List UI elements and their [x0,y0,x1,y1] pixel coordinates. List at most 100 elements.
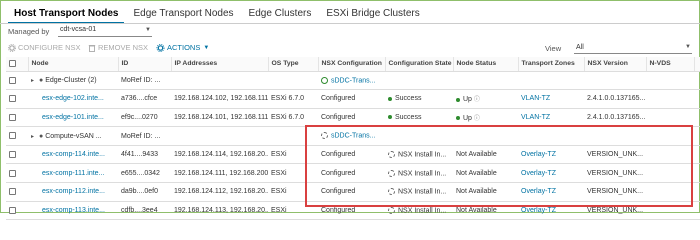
col-transport-zones[interactable]: Transport Zones [518,57,585,72]
tab-esxi-bridge-clusters[interactable]: ESXi Bridge Clusters [320,8,425,24]
transport-zone-link[interactable]: Overlay-TZ [518,145,584,165]
transport-zone-link[interactable]: Overlay-TZ [518,163,584,184]
os-type: ESXi [268,182,318,202]
info-icon[interactable]: ⓘ [474,97,480,103]
managed-by-select[interactable]: cdt-vcsa-01 ▼ [58,26,152,37]
node-name-link[interactable]: esx-comp-112.inte... [28,182,118,202]
chevron-down-icon: ▼ [203,44,210,51]
in-progress-icon [388,169,395,177]
table-row[interactable]: esx-comp-111.inte... e655....0342 192.16… [6,163,700,184]
gear-icon [8,43,16,52]
nsx-configuration: Configured [318,89,385,109]
configuration-state: Success [395,113,422,121]
configuration-state [385,126,453,146]
ip-addresses: 192.168.124.113, 192.168.20... [171,201,268,221]
os-type: ESXi 6.7.0 [268,89,318,109]
select-all-cell[interactable] [6,57,29,72]
nsx-configuration-link[interactable]: sDDC-Trans... [331,77,375,84]
table-row-group[interactable]: ▸ ● Edge-Cluster (2) MoRef ID: ... sDDC-T… [6,71,700,91]
n-vds [646,71,694,91]
tab-edge-clusters[interactable]: Edge Clusters [243,8,318,24]
view-select[interactable]: All ▼ [574,44,692,54]
node-status [453,126,518,146]
transport-zone-link[interactable]: Overlay-TZ [518,201,584,221]
row-checkbox[interactable] [9,206,16,214]
row-checkbox[interactable] [9,132,16,140]
n-vds-count[interactable]: 1 [694,89,700,109]
node-name-link[interactable]: esx-edge-101.inte... [28,108,118,128]
col-n-vds[interactable]: N-VDS [646,57,695,72]
node-id: ef9c....0270 [118,108,171,128]
select-all-checkbox[interactable] [9,60,16,68]
col-nsx-configuration[interactable]: NSX Configuration [318,57,386,72]
n-vds [646,163,694,184]
n-vds-count[interactable]: 1 [694,108,700,128]
tab-edge-transport-nodes[interactable]: Edge Transport Nodes [127,8,239,24]
success-dot-icon [388,115,392,120]
configuration-state: Success [395,95,422,103]
transport-zones [518,126,584,146]
col-ip-addresses[interactable]: IP Addresses [171,57,269,72]
n-vds [646,182,694,202]
node-name-link[interactable]: esx-comp-114.inte... [28,145,118,165]
os-type: ESXi [268,201,318,221]
transport-zone-link[interactable]: Overlay-TZ [518,182,584,202]
node-name-link[interactable]: esx-edge-102.inte... [28,89,118,109]
info-icon[interactable]: ⓘ [474,116,480,122]
ip-addresses: 192.168.124.111, 192.168.200... [171,163,268,184]
expand-icon[interactable]: ▸ [31,133,39,140]
transport-zone-link[interactable]: VLAN-TZ [518,108,584,128]
table-row[interactable]: esx-comp-112.inte... da9b....0ef0 192.16… [6,182,700,202]
node-name-link[interactable]: esx-comp-111.inte... [28,163,118,184]
n-vds [646,201,694,221]
table-header-row: Node ID IP Addresses OS Type NSX Configu… [6,57,700,72]
os-type [268,126,318,146]
n-vds-count[interactable] [694,71,700,91]
table-row[interactable]: esx-edge-101.inte... ef9c....0270 192.16… [6,108,700,128]
row-checkbox[interactable] [9,151,16,158]
n-vds-count[interactable]: 1 [694,201,700,221]
remove-nsx-button[interactable]: REMOVE NSX [88,43,148,52]
table-row-group[interactable]: ▸ ● Compute-vSAN ... MoRef ID: ... sDDC-T… [6,126,700,146]
col-configuration-state[interactable]: Configuration State [385,57,454,72]
node-name-link[interactable]: esx-comp-113.inte... [28,201,118,221]
node-id: e655....0342 [118,163,171,184]
node-status [453,71,518,91]
n-vds-count[interactable]: 1 [694,163,700,184]
node-status: Not Available [453,145,518,165]
table-row[interactable]: esx-comp-113.inte... cdfb....3ee4 192.16… [6,201,700,221]
nsx-configuration: Configured [318,145,385,165]
nsx-version: VERSION_UNK... [584,201,646,221]
table-row[interactable]: esx-comp-114.inte... 4f41....9433 192.16… [6,145,700,165]
node-name: Edge-Cluster (2) [45,76,97,84]
nsx-configuration-link[interactable]: sDDC-Trans... [331,133,375,140]
ip-addresses: 192.168.124.114, 192.168.20... [171,145,268,165]
status-dot-icon [456,97,460,102]
expand-icon[interactable]: ▸ [31,77,39,84]
n-vds [646,145,694,165]
n-vds-count[interactable]: 1 [694,145,700,165]
col-node[interactable]: Node [28,57,119,72]
table-row[interactable]: esx-edge-102.inte... a736....cfce 192.16… [6,89,700,109]
row-checkbox[interactable] [9,169,16,177]
n-vds-count[interactable] [694,126,700,146]
configure-nsx-label: CONFIGURE NSX [18,43,81,52]
actions-button[interactable]: ACTIONS ▼ [156,43,209,52]
transport-zone-link[interactable]: VLAN-TZ [518,89,584,109]
tab-host-transport-nodes[interactable]: Host Transport Nodes [8,8,125,24]
row-checkbox[interactable] [9,76,16,84]
col-id[interactable]: ID [118,57,172,72]
col-nsx-version[interactable]: NSX Version [584,57,647,72]
row-checkbox[interactable] [9,188,16,196]
col-os-type[interactable]: OS Type [268,57,319,72]
row-checkbox[interactable] [9,95,16,103]
n-vds-count[interactable]: 1 [694,182,700,202]
configure-nsx-button[interactable]: CONFIGURE NSX [8,43,81,52]
os-type: ESXi [268,145,318,165]
n-vds [646,89,694,109]
ip-addresses [171,126,268,146]
trash-icon [88,44,96,52]
col-node-status[interactable]: Node Status [453,57,519,72]
row-checkbox[interactable] [9,113,16,121]
node-id: MoRef ID: ... [118,126,171,146]
